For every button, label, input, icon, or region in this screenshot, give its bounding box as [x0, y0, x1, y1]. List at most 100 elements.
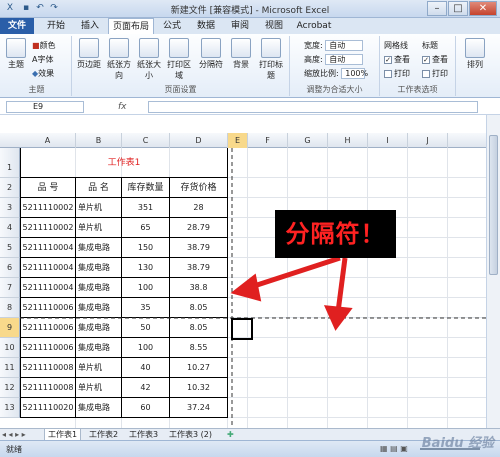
tab-view[interactable]: 视图	[258, 18, 290, 34]
table-cell[interactable]: 5211110020	[20, 398, 76, 418]
row-header-11[interactable]: 11	[0, 358, 20, 378]
row-header-1[interactable]: 1	[0, 148, 20, 178]
table-cell[interactable]: 38.79	[170, 238, 228, 258]
fx-icon[interactable]: fx	[118, 102, 127, 112]
column-header-c[interactable]: C	[122, 133, 170, 148]
row-header-13[interactable]: 13	[0, 398, 20, 418]
table-cell[interactable]: 单片机	[76, 358, 122, 378]
tab-file[interactable]: 文件	[0, 18, 34, 34]
table-cell[interactable]: 10.32	[170, 378, 228, 398]
table-cell[interactable]: 集成电路	[76, 298, 122, 318]
arrange-button[interactable]: 排列	[460, 38, 490, 70]
table-cell[interactable]: 集成电路	[76, 318, 122, 338]
column-header-h[interactable]: H	[328, 133, 368, 148]
colors-button[interactable]: ■颜色	[32, 40, 56, 51]
table-cell[interactable]: 38.8	[170, 278, 228, 298]
headings-view-checkbox[interactable]: ✓ 查看	[422, 54, 448, 65]
scroll-thumb[interactable]	[489, 135, 498, 275]
table-header-cell[interactable]: 存货价格	[170, 178, 228, 198]
table-cell[interactable]: 60	[122, 398, 170, 418]
restore-button[interactable]: □	[448, 1, 468, 16]
gridlines-view-checkbox[interactable]: ✓ 查看	[384, 54, 410, 65]
table-cell[interactable]: 集成电路	[76, 278, 122, 298]
table-cell[interactable]: 40	[122, 358, 170, 378]
table-cell[interactable]: 集成电路	[76, 398, 122, 418]
tab-data[interactable]: 数据	[190, 18, 222, 34]
table-cell[interactable]: 150	[122, 238, 170, 258]
table-cell[interactable]: 130	[122, 258, 170, 278]
column-header-f[interactable]: F	[248, 133, 288, 148]
height-select[interactable]: 自动	[325, 54, 364, 65]
table-cell[interactable]: 5211110002	[20, 198, 76, 218]
row-header-5[interactable]: 5	[0, 238, 20, 258]
table-cell[interactable]: 8.05	[170, 318, 228, 338]
tab-insert[interactable]: 插入	[74, 18, 106, 34]
worksheet-grid[interactable]: ABCDEFGHIJ 1 2 3 4 5 6 7 8 9 10 11 12 13 工作表1 品 号品 名库存…	[0, 133, 486, 436]
close-button[interactable]: ✕	[469, 1, 497, 16]
table-cell[interactable]: 42	[122, 378, 170, 398]
table-cell[interactable]: 单片机	[76, 218, 122, 238]
table-cell[interactable]: 50	[122, 318, 170, 338]
table-cell[interactable]: 5211110008	[20, 358, 76, 378]
fonts-button[interactable]: A字体	[32, 54, 53, 65]
minimize-button[interactable]: –	[427, 1, 447, 16]
table-header-cell[interactable]: 品 号	[20, 178, 76, 198]
table-cell[interactable]: 5211110004	[20, 258, 76, 278]
table-cell[interactable]: 28.79	[170, 218, 228, 238]
table-cell[interactable]: 5211110004	[20, 238, 76, 258]
table-cell[interactable]: 集成电路	[76, 258, 122, 278]
formula-input[interactable]	[148, 101, 478, 113]
table-cell[interactable]: 5211110008	[20, 378, 76, 398]
table-cell[interactable]: 100	[122, 278, 170, 298]
column-header-g[interactable]: G	[288, 133, 328, 148]
scale-input[interactable]: 100%	[341, 68, 368, 79]
row-header-6[interactable]: 6	[0, 258, 20, 278]
column-header-i[interactable]: I	[368, 133, 408, 148]
tab-review[interactable]: 审阅	[224, 18, 256, 34]
table-cell[interactable]: 5211110002	[20, 218, 76, 238]
vertical-scrollbar[interactable]	[486, 115, 500, 436]
table-cell[interactable]: 5211110006	[20, 298, 76, 318]
table-cell[interactable]: 65	[122, 218, 170, 238]
table-cell[interactable]: 8.05	[170, 298, 228, 318]
view-buttons[interactable]: ▦ ▤ ▣	[380, 444, 408, 453]
table-header-cell[interactable]: 品 名	[76, 178, 122, 198]
table-cell[interactable]: 5211110006	[20, 318, 76, 338]
column-header-j[interactable]: J	[408, 133, 448, 148]
margins-button[interactable]: 页边距	[74, 38, 104, 70]
table-cell[interactable]: 351	[122, 198, 170, 218]
row-header-8[interactable]: 8	[0, 298, 20, 318]
size-button[interactable]: 纸张大小	[134, 38, 164, 81]
column-header-e[interactable]: E	[228, 133, 248, 148]
table-cell[interactable]: 100	[122, 338, 170, 358]
width-select[interactable]: 自动	[325, 40, 364, 51]
column-header-b[interactable]: B	[76, 133, 122, 148]
row-header-7[interactable]: 7	[0, 278, 20, 298]
print-area-button[interactable]: 打印区域	[164, 38, 194, 81]
table-cell[interactable]: 38.79	[170, 258, 228, 278]
table-cell[interactable]: 5211110006	[20, 338, 76, 358]
table-cell[interactable]: 集成电路	[76, 338, 122, 358]
table-cell[interactable]: 单片机	[76, 198, 122, 218]
themes-button[interactable]: 主题	[4, 38, 28, 70]
row-header-4[interactable]: 4	[0, 218, 20, 238]
column-header-d[interactable]: D	[170, 133, 228, 148]
orientation-button[interactable]: 纸张方向	[104, 38, 134, 81]
table-cell[interactable]: 28	[170, 198, 228, 218]
column-header-a[interactable]: A	[20, 133, 76, 148]
table-cell[interactable]: 10.27	[170, 358, 228, 378]
sheet-title[interactable]: 工作表1	[20, 148, 228, 178]
name-box[interactable]: E9	[6, 101, 84, 113]
table-cell[interactable]: 37.24	[170, 398, 228, 418]
table-cell[interactable]: 集成电路	[76, 238, 122, 258]
tab-acrobat[interactable]: Acrobat	[292, 18, 336, 34]
tab-page-layout[interactable]: 页面布局	[108, 18, 154, 34]
row-header-12[interactable]: 12	[0, 378, 20, 398]
table-header-cell[interactable]: 库存数量	[122, 178, 170, 198]
tab-formulas[interactable]: 公式	[156, 18, 188, 34]
row-header-9[interactable]: 9	[0, 318, 20, 338]
gridlines-print-checkbox[interactable]: 打印	[384, 68, 410, 79]
headings-print-checkbox[interactable]: 打印	[422, 68, 448, 79]
print-titles-button[interactable]: 打印标题	[256, 38, 286, 81]
effects-button[interactable]: ◆效果	[32, 68, 54, 79]
